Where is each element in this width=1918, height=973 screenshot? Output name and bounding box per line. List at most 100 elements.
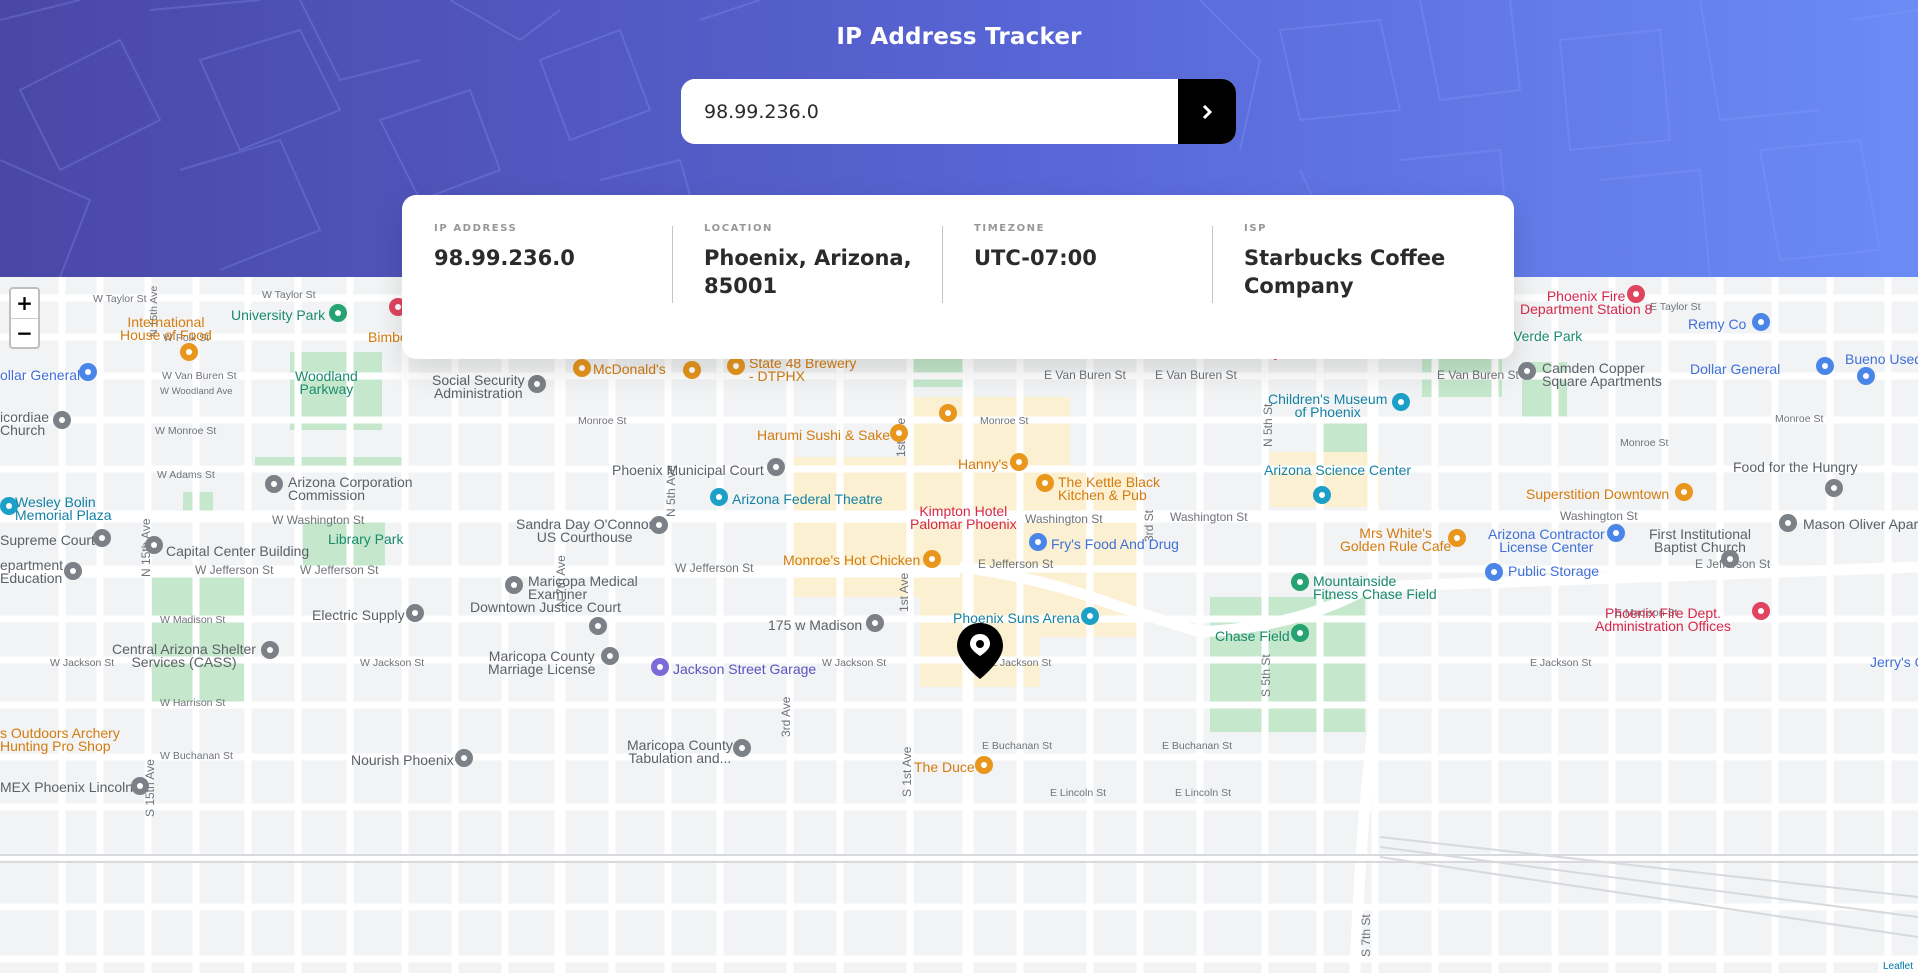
government-icon[interactable]	[767, 458, 785, 476]
government-icon[interactable]	[1607, 524, 1625, 542]
government-icon[interactable]	[733, 739, 751, 757]
bar-icon[interactable]	[727, 357, 745, 375]
grocery-icon[interactable]	[1029, 533, 1047, 551]
church-icon[interactable]	[53, 411, 71, 429]
poi-label[interactable]: Mountainside Fitness Chase Field	[1313, 574, 1437, 601]
poi-label[interactable]: Jerry's O	[1870, 655, 1918, 669]
government-icon[interactable]	[650, 516, 668, 534]
poi-label[interactable]: Arizona Science Center	[1264, 463, 1411, 477]
government-icon[interactable]	[265, 475, 283, 493]
government-icon[interactable]	[589, 617, 607, 635]
search-submit-button[interactable]	[1178, 79, 1236, 144]
fire-station-icon[interactable]	[1627, 285, 1645, 303]
church-icon[interactable]	[1721, 550, 1739, 568]
stadium-icon[interactable]	[1291, 624, 1309, 642]
poi-label[interactable]: Superstition Downtown	[1526, 487, 1669, 501]
apartment-icon[interactable]	[1518, 362, 1536, 380]
poi-label[interactable]: Jackson Street Garage	[673, 662, 816, 676]
poi-label[interactable]: State 48 Brewery - DTPHX	[749, 356, 856, 383]
poi-label[interactable]: Verde Park	[1513, 329, 1582, 343]
government-icon[interactable]	[93, 529, 111, 547]
poi-label[interactable]: Chase Field	[1215, 629, 1290, 643]
poi-label[interactable]: Central Arizona Shelter Services (CASS)	[112, 642, 256, 669]
poi-label[interactable]: Wesley Bolin Memorial Plaza	[15, 495, 111, 522]
bar-icon[interactable]	[975, 756, 993, 774]
fire-station-icon[interactable]	[1752, 602, 1770, 620]
poi-label[interactable]: Camden Copper Square Apartments	[1542, 361, 1662, 388]
poi-label[interactable]: Food for the Hungry	[1733, 460, 1858, 474]
poi-label[interactable]: MEX Phoenix Lincoln	[0, 780, 133, 794]
poi-label[interactable]: icordiae Church	[0, 410, 49, 437]
museum-icon[interactable]	[1313, 486, 1331, 504]
store-icon[interactable]	[1752, 313, 1770, 331]
government-icon[interactable]	[64, 562, 82, 580]
building-icon[interactable]	[866, 614, 884, 632]
store-icon[interactable]	[1816, 357, 1834, 375]
restaurant-icon[interactable]	[573, 359, 591, 377]
restaurant-icon[interactable]	[1010, 453, 1028, 471]
government-icon[interactable]	[601, 647, 619, 665]
poi-label[interactable]: ollar General	[0, 368, 80, 382]
restaurant-icon[interactable]	[939, 404, 957, 422]
poi-label[interactable]: Arizona Contractor License Center	[1488, 527, 1605, 554]
poi-label[interactable]: Children's Museum of Phoenix	[1268, 392, 1387, 419]
poi-label[interactable]: Fry's Food And Drug	[1051, 537, 1179, 551]
poi-label[interactable]: The Duce	[914, 760, 975, 774]
poi-label[interactable]: Social Security Administration	[432, 373, 525, 400]
poi-label[interactable]: Woodland Parkway	[295, 369, 358, 396]
restaurant-icon[interactable]	[1036, 474, 1054, 492]
place-icon[interactable]	[455, 749, 473, 767]
poi-label[interactable]: epartment Education	[0, 558, 63, 585]
zoom-out-button[interactable]: −	[11, 319, 38, 348]
restaurant-icon[interactable]	[180, 343, 198, 361]
poi-label[interactable]: Kimpton Hotel Palomar Phoenix	[910, 504, 1017, 531]
poi-label[interactable]: Downtown Justice Court	[470, 600, 621, 614]
place-icon[interactable]	[1825, 479, 1843, 497]
poi-label[interactable]: International House of Food	[120, 315, 212, 342]
poi-label[interactable]: 175 w Madison	[768, 618, 862, 632]
theater-icon[interactable]	[710, 488, 728, 506]
poi-label[interactable]: Mason Oliver Apartments	[1803, 517, 1918, 531]
place-icon[interactable]	[261, 641, 279, 659]
poi-label[interactable]: Capital Center Building	[166, 544, 309, 558]
poi-label[interactable]: The Kettle Black Kitchen & Pub	[1058, 475, 1160, 502]
poi-label[interactable]: s Outdoors Archery Hunting Pro Shop	[0, 726, 120, 753]
poi-label[interactable]: First Institutional Baptist Church	[1649, 527, 1751, 554]
apartment-icon[interactable]	[1779, 514, 1797, 532]
restaurant-icon[interactable]	[890, 424, 908, 442]
poi-label[interactable]: Arizona Federal Theatre	[732, 492, 883, 506]
restaurant-icon[interactable]	[923, 550, 941, 568]
government-icon[interactable]	[528, 375, 546, 393]
poi-label[interactable]: Remy Co	[1688, 317, 1746, 331]
poi-label[interactable]: Hanny's	[958, 457, 1008, 471]
map-attribution[interactable]: Leaflet	[1877, 960, 1918, 973]
poi-label[interactable]: Supreme Court	[0, 533, 95, 547]
map-view[interactable]: W Taylor St W Taylor St W Polk St W Van …	[0, 277, 1918, 973]
poi-label[interactable]: Maricopa County Tabulation and...	[627, 738, 733, 765]
poi-label[interactable]: Monroe's Hot Chicken	[783, 553, 920, 567]
park-icon[interactable]	[329, 304, 347, 322]
poi-label[interactable]: Maricopa County Marriage License	[488, 649, 595, 676]
poi-label[interactable]: Phoenix Fire Dept. Administration Offices	[1595, 606, 1731, 633]
poi-label[interactable]: University Park	[231, 308, 325, 322]
restaurant-icon[interactable]	[1675, 483, 1693, 501]
poi-label[interactable]: McDonald's	[593, 362, 666, 376]
ip-search-input[interactable]	[681, 79, 1178, 144]
parking-icon[interactable]	[651, 658, 669, 676]
place-icon[interactable]	[406, 604, 424, 622]
poi-label[interactable]: Nourish Phoenix	[351, 753, 454, 767]
building-icon[interactable]	[145, 536, 163, 554]
gym-icon[interactable]	[1291, 573, 1309, 591]
bar-icon[interactable]	[683, 361, 701, 379]
poi-label[interactable]: Sandra Day O'Connor US Courthouse	[516, 517, 653, 544]
poi-label[interactable]: Harumi Sushi & Sake	[757, 428, 890, 442]
poi-label[interactable]: Arizona Corporation Commission	[288, 475, 413, 502]
location-pin-icon[interactable]	[957, 623, 1003, 679]
poi-label[interactable]: Electric Supply	[312, 608, 405, 622]
store-icon[interactable]	[1857, 367, 1875, 385]
poi-label[interactable]: Bueno Used	[1845, 352, 1918, 366]
poi-label[interactable]: Mrs White's Golden Rule Cafe	[1340, 526, 1451, 553]
place-icon[interactable]	[131, 777, 149, 795]
poi-label[interactable]: Library Park	[328, 532, 403, 546]
museum-icon[interactable]	[1392, 393, 1410, 411]
